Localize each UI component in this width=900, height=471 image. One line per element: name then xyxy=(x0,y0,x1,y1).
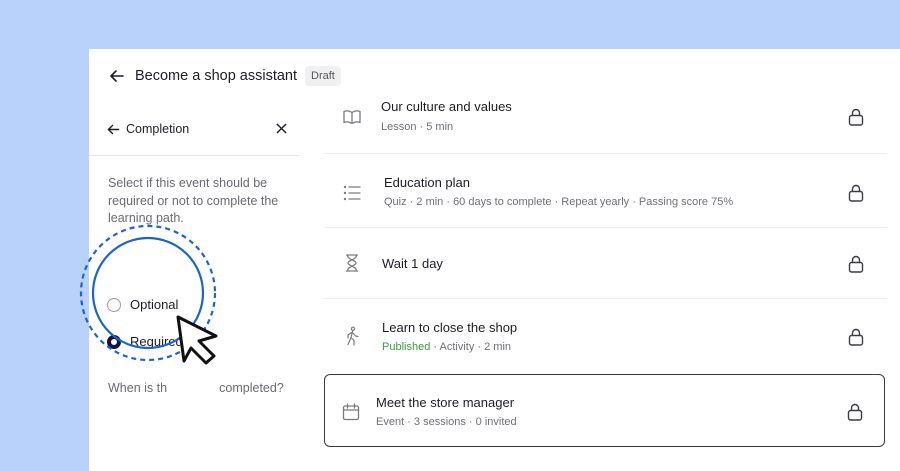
lock-icon xyxy=(848,108,864,126)
item-title: Education plan xyxy=(384,175,471,190)
item-title: Our culture and values xyxy=(381,99,512,114)
arrow-left-icon[interactable] xyxy=(109,68,125,84)
page-title: Become a shop assistant xyxy=(135,68,298,84)
item-title: Learn to close the shop xyxy=(382,320,518,335)
learning-path-items: Our culture and values Lesson · 5 min Ed… xyxy=(324,49,887,471)
lock-icon xyxy=(848,184,864,202)
book-icon xyxy=(343,110,361,125)
list-icon xyxy=(343,185,361,201)
list-item[interactable]: Learn to close the shop Published · Acti… xyxy=(324,299,887,371)
radio-option-optional[interactable]: Optional xyxy=(107,297,178,312)
lock-icon xyxy=(847,403,863,421)
published-status: Published xyxy=(382,341,431,353)
close-icon[interactable] xyxy=(275,122,288,135)
hourglass-icon xyxy=(345,254,359,272)
lock-icon xyxy=(848,255,864,273)
list-item[interactable]: Education plan Quiz · 2 min · 60 days to… xyxy=(324,154,887,227)
panel-title: Completion xyxy=(126,122,190,136)
when-completed-label: When is th completed? xyxy=(108,381,284,395)
panel-divider xyxy=(89,155,299,156)
list-item[interactable]: Wait 1 day xyxy=(324,228,887,298)
item-meta: Lesson · 5 min xyxy=(381,121,454,133)
item-title: Meet the store manager xyxy=(376,395,515,410)
completion-panel: Completion Select if this event should b… xyxy=(89,107,299,471)
panel-description: Select if this event should be required … xyxy=(108,176,279,225)
radio-button[interactable] xyxy=(107,334,121,349)
lock-icon xyxy=(848,328,864,346)
radio-label: Required xyxy=(130,334,183,349)
radio-button[interactable] xyxy=(107,297,121,312)
learning-path-window: Become a shop assistant Draft Completion… xyxy=(89,49,900,471)
item-meta: Quiz · 2 min · 60 days to complete · Rep… xyxy=(384,196,734,208)
item-meta-detail: · Activity · 2 min xyxy=(430,341,512,353)
arrow-left-icon[interactable] xyxy=(107,123,120,136)
radio-label: Optional xyxy=(130,297,179,312)
list-item[interactable]: Our culture and values Lesson · 5 min xyxy=(324,49,887,153)
walking-person-icon xyxy=(347,326,359,346)
calendar-icon xyxy=(342,403,360,421)
item-meta: Event · 3 sessions · 0 invited xyxy=(376,416,517,428)
page-header: Become a shop assistant Draft xyxy=(109,65,341,87)
panel-header: Completion xyxy=(107,120,287,138)
list-item-selected[interactable]: Meet the store manager Event · 3 session… xyxy=(324,374,885,447)
item-meta: Published · Activity · 2 min xyxy=(382,341,511,353)
radio-option-required[interactable]: Required xyxy=(107,334,183,349)
item-title: Wait 1 day xyxy=(382,256,443,271)
